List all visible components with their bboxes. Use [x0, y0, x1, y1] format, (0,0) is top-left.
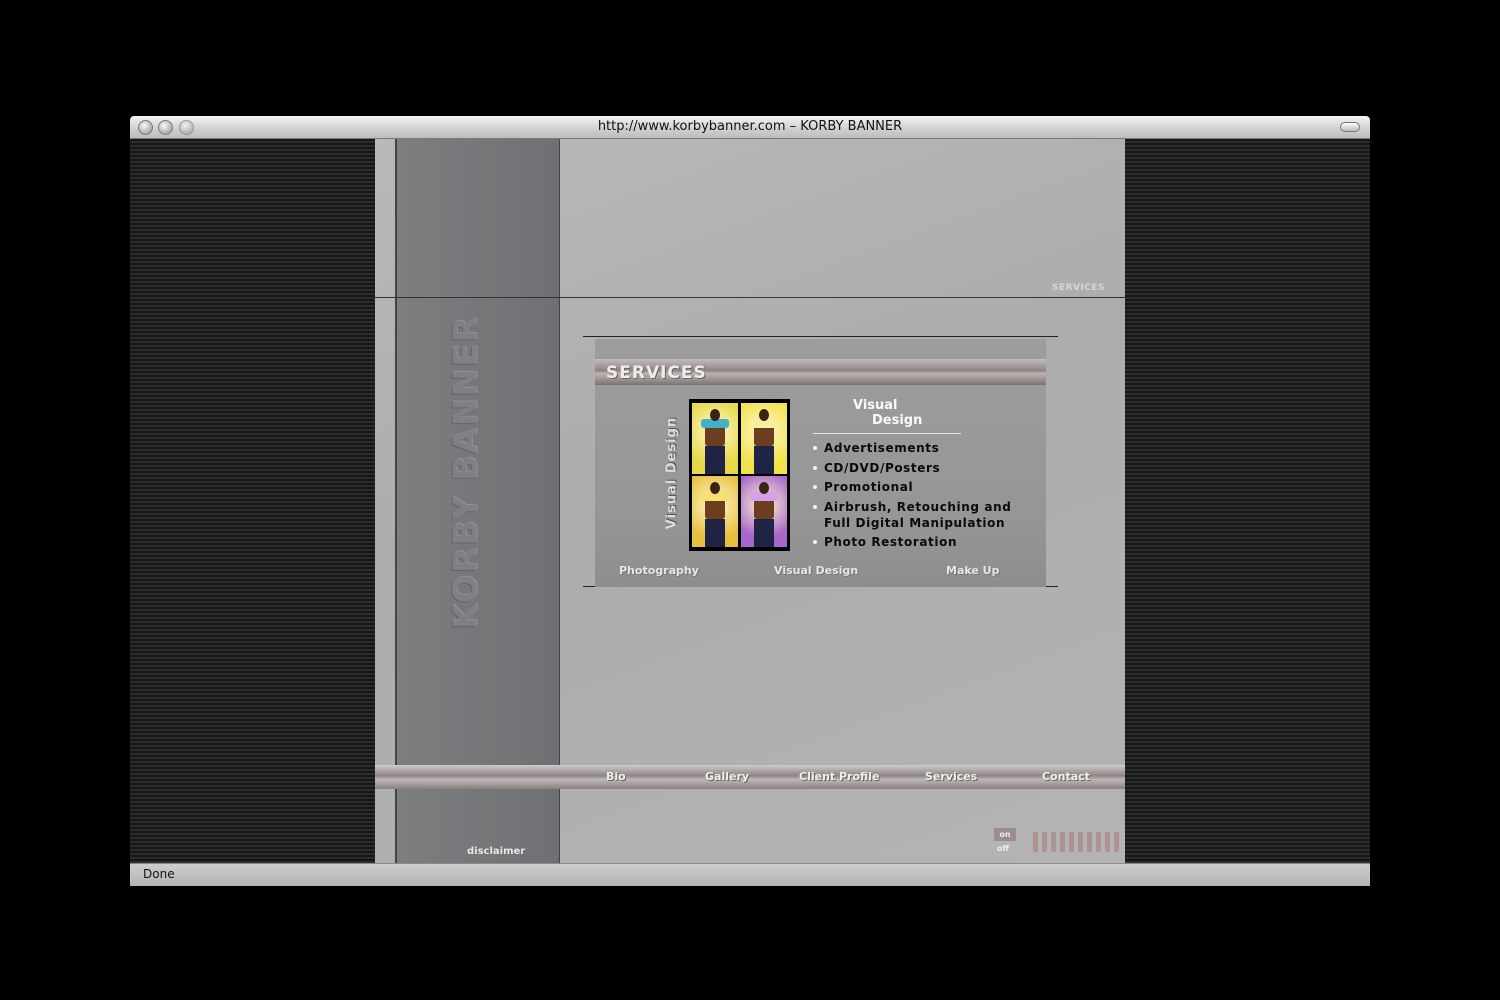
status-bar: Done: [130, 863, 1370, 886]
list-item: Promotional: [813, 479, 1011, 495]
toolbar-toggle-icon[interactable]: [1340, 122, 1360, 132]
subnav-photography[interactable]: Photography: [619, 564, 699, 577]
list-item: Advertisements: [813, 440, 1011, 456]
nav-bio[interactable]: Bio: [606, 770, 626, 783]
portrait-photo: [741, 403, 787, 474]
brand-vertical: KORBY BANNER: [445, 314, 485, 630]
window-title: http://www.korbybanner.com – KORBY BANNE…: [597, 119, 903, 134]
sound-off-button[interactable]: off: [997, 844, 1009, 853]
portrait-photo: [692, 476, 738, 547]
site-container: KORBY BANNER disclaimer SERVICES SERVICE…: [375, 139, 1125, 863]
panel-header-bar: SERVICES: [595, 359, 1046, 385]
main-nav: Bio Gallery Client Profile Services Cont…: [375, 765, 1125, 789]
disclaimer-link[interactable]: disclaimer: [467, 846, 525, 857]
portrait-photo: [692, 403, 738, 474]
services-list: Advertisements CD/DVD/Posters Promotiona…: [813, 440, 1011, 554]
left-stripes: [130, 139, 375, 863]
visual-design-heading: Visual Design: [853, 398, 923, 428]
panel-title: SERVICES: [606, 363, 707, 383]
sound-on-button[interactable]: on: [994, 828, 1016, 841]
subnav-visual-design[interactable]: Visual Design: [774, 564, 858, 577]
nav-gallery[interactable]: Gallery: [705, 770, 749, 783]
services-panel: SERVICES Visual Design Visual Design Adv…: [595, 339, 1046, 587]
section-indicator: SERVICES: [1051, 283, 1105, 293]
list-item: Photo Restoration: [813, 534, 1011, 550]
header-divider: [375, 297, 1125, 298]
status-text: Done: [143, 867, 175, 881]
panel-top-rule: [583, 336, 1058, 337]
portrait-photo: [741, 476, 787, 547]
right-stripes: [1125, 139, 1370, 863]
heading-rule: [813, 433, 961, 434]
page-content: KORBY BANNER disclaimer SERVICES SERVICE…: [130, 139, 1370, 863]
list-item: Airbrush, Retouching and Full Digital Ma…: [813, 499, 1011, 531]
left-column: KORBY BANNER disclaimer: [395, 139, 560, 863]
title-bar: http://www.korbybanner.com – KORBY BANNE…: [130, 116, 1370, 139]
subnav-make-up[interactable]: Make Up: [946, 564, 1000, 577]
list-item: CD/DVD/Posters: [813, 460, 1011, 476]
nav-services[interactable]: Services: [925, 770, 977, 783]
nav-contact[interactable]: Contact: [1042, 770, 1090, 783]
nav-client-profile[interactable]: Client Profile: [799, 770, 879, 783]
equalizer-icon: [1033, 832, 1121, 852]
photo-grid: [689, 399, 790, 551]
browser-window: http://www.korbybanner.com – KORBY BANNE…: [130, 116, 1370, 886]
visual-design-vertical-label: Visual Design: [664, 416, 680, 530]
